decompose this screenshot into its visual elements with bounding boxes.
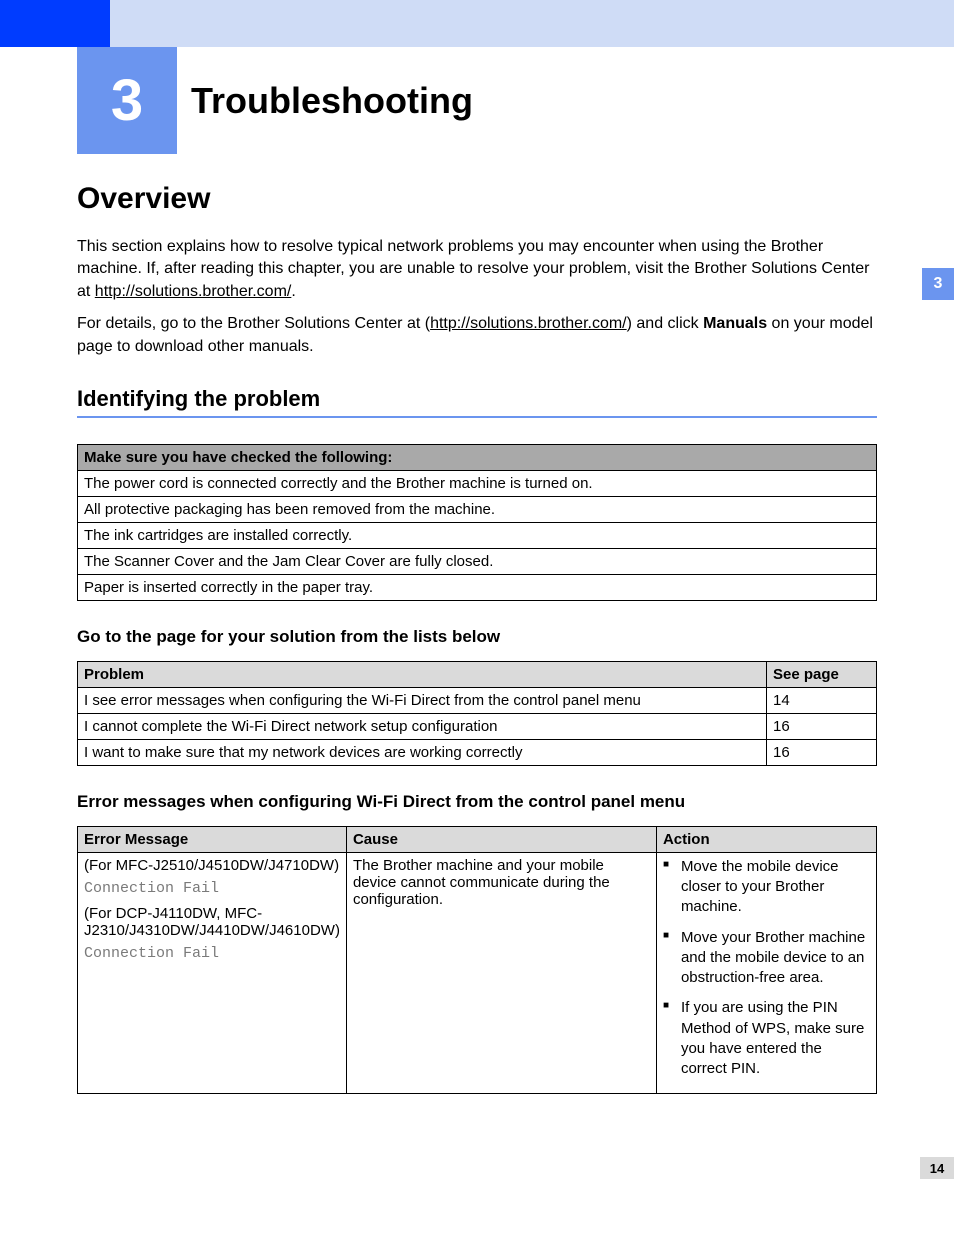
col-header-action: Action [656,826,876,852]
cause-cell: The Brother machine and your mobile devi… [346,852,656,1094]
problem-cell: I want to make sure that my network devi… [78,739,767,765]
checklist-item: Paper is inserted correctly in the paper… [78,574,877,600]
col-header-problem: Problem [78,661,767,687]
checklist-table: Make sure you have checked the following… [77,444,877,601]
text: ) and click [627,315,703,332]
blue-divider [77,416,877,418]
action-cell: Move the mobile device closer to your Br… [656,852,876,1094]
col-header-error: Error Message [78,826,347,852]
page-cell[interactable]: 16 [767,713,877,739]
checklist-item: All protective packaging has been remove… [78,496,877,522]
link-solutions-center[interactable]: http://solutions.brother.com/ [95,283,292,300]
error-code: Connection Fail [84,945,340,962]
text: For details, go to the Brother Solutions… [77,315,430,332]
top-color-band [0,0,954,47]
col-header-seepage: See page [767,661,877,687]
model-group: (For DCP-J4110DW, MFC-J2310/J4310DW/J441… [84,905,340,939]
error-code: Connection Fail [84,880,340,897]
page-cell[interactable]: 14 [767,687,877,713]
manuals-bold: Manuals [703,315,767,332]
action-item: If you are using the PIN Method of WPS, … [663,998,870,1079]
error-message-table: Error Message Cause Action (For MFC-J251… [77,826,877,1095]
chapter-number-box: 3 [77,47,177,154]
action-item: Move your Brother machine and the mobile… [663,928,870,989]
checklist-header: Make sure you have checked the following… [78,444,877,470]
chapter-header: 3 Troubleshooting [77,47,473,154]
chapter-title: Troubleshooting [177,47,473,154]
subsubheading-errormsgs: Error messages when configuring Wi-Fi Di… [77,792,877,812]
link-solutions-center[interactable]: http://solutions.brother.com/ [430,315,627,332]
checklist-item: The ink cartridges are installed correct… [78,522,877,548]
page-number: 14 [920,1157,954,1179]
page-cell[interactable]: 16 [767,739,877,765]
problem-cell: I see error messages when configuring th… [78,687,767,713]
action-item: Move the mobile device closer to your Br… [663,857,870,918]
checklist-item: The power cord is connected correctly an… [78,470,877,496]
section-heading-overview: Overview [77,182,877,216]
error-message-cell: (For MFC-J2510/J4510DW/J4710DW) Connecti… [78,852,347,1094]
model-group: (For MFC-J2510/J4510DW/J4710DW) [84,857,340,874]
col-header-cause: Cause [346,826,656,852]
problem-cell: I cannot complete the Wi-Fi Direct netwo… [78,713,767,739]
overview-paragraph-2: For details, go to the Brother Solutions… [77,313,877,358]
subsubheading-golist: Go to the page for your solution from th… [77,627,877,647]
problem-page-table: Problem See page I see error messages wh… [77,661,877,766]
side-chapter-tab: 3 [922,268,954,300]
overview-paragraph-1: This section explains how to resolve typ… [77,236,877,303]
subheading-identifying: Identifying the problem [77,386,877,412]
checklist-item: The Scanner Cover and the Jam Clear Cove… [78,548,877,574]
text: . [291,283,295,300]
